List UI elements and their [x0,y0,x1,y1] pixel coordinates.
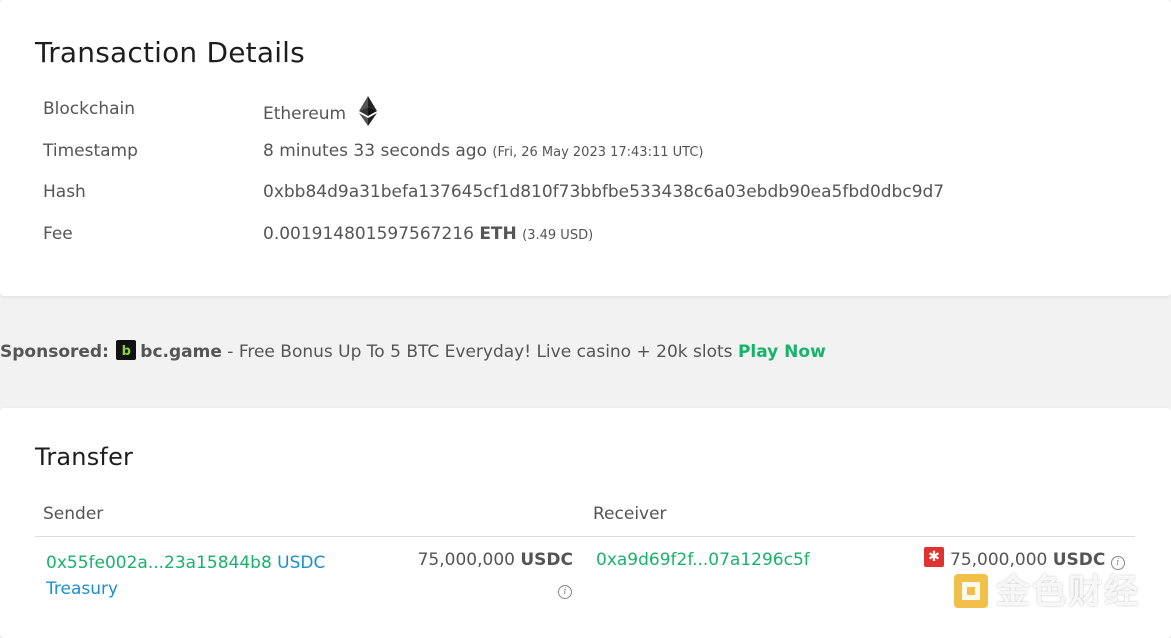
sponsored-label: Sponsored: [0,342,109,362]
blockchain-row: Blockchain Ethereum [43,96,1171,129]
timestamp-label: Timestamp [43,141,138,161]
fee-amount: 0.001914801597567216 [263,224,474,244]
play-now-link[interactable]: Play Now [738,342,826,362]
fee-label: Fee [43,224,73,244]
sender-address-link[interactable]: 0x55fe002a...23a15844b8 [46,553,272,573]
ethereum-icon [359,96,378,126]
blockchain-value: Ethereum [263,104,347,124]
sponsor-text: - Free Bonus Up To 5 BTC Everyday! Live … [221,342,738,362]
info-icon[interactable]: i [558,585,572,599]
fee-row: Fee 0.001914801597567216 ETH (3.49 USD) [43,224,1171,254]
timestamp-absolute: (Fri, 26 May 2023 17:43:11 UTC) [492,145,704,160]
sender-amount: 75,000,000 USDC [400,550,573,570]
bc-game-logo: b [116,340,137,360]
sponsor-brand[interactable]: bc.game [140,342,222,362]
fee-unit: ETH [479,224,517,244]
alert-icon: ✱ [924,547,944,567]
transfer-title: Transfer [35,443,134,471]
hash-row: Hash 0xbb84d9a31befa137645cf1d810f73bbfb… [43,182,1171,212]
fee-value: 0.001914801597567216 ETH (3.49 USD) [263,224,593,244]
watermark-text: 金色财经 [996,572,1140,612]
blockchain-label: Blockchain [43,99,136,119]
hash-label: Hash [43,182,86,202]
timestamp-value: 8 minutes 33 seconds ago (Fri, 26 May 20… [263,141,703,161]
receiver-address-link[interactable]: 0xa9d69f2f...07a1296c5f [596,550,810,570]
transaction-details-card: Transaction Details Blockchain Ethereum … [0,0,1171,296]
sender-info-icon-wrap: i [558,579,572,599]
sender-header: Sender [43,504,104,524]
sender-amount-unit: USDC [520,550,573,570]
page-title: Transaction Details [35,36,305,69]
receiver-header: Receiver [593,504,667,524]
sponsored-banner: Sponsored: b bc.game - Free Bonus Up To 5… [0,340,826,362]
fee-usd: (3.49 USD) [522,228,594,243]
watermark: 金色财经 [952,564,1140,613]
hash-link[interactable]: 0xbb84d9a31befa137645cf1d810f73bbfbe5334… [263,182,944,202]
blockchain-value-wrap: Ethereum [263,96,378,129]
watermark-logo-icon [954,573,988,608]
sender-amount-value: 75,000,000 [417,550,515,570]
timestamp-relative: 8 minutes 33 seconds ago [263,141,487,161]
timestamp-row: Timestamp 8 minutes 33 seconds ago (Fri,… [43,141,1171,171]
divider [35,536,1135,537]
sender-cell: 0x55fe002a...23a15844b8 USDC Treasury [46,550,346,602]
